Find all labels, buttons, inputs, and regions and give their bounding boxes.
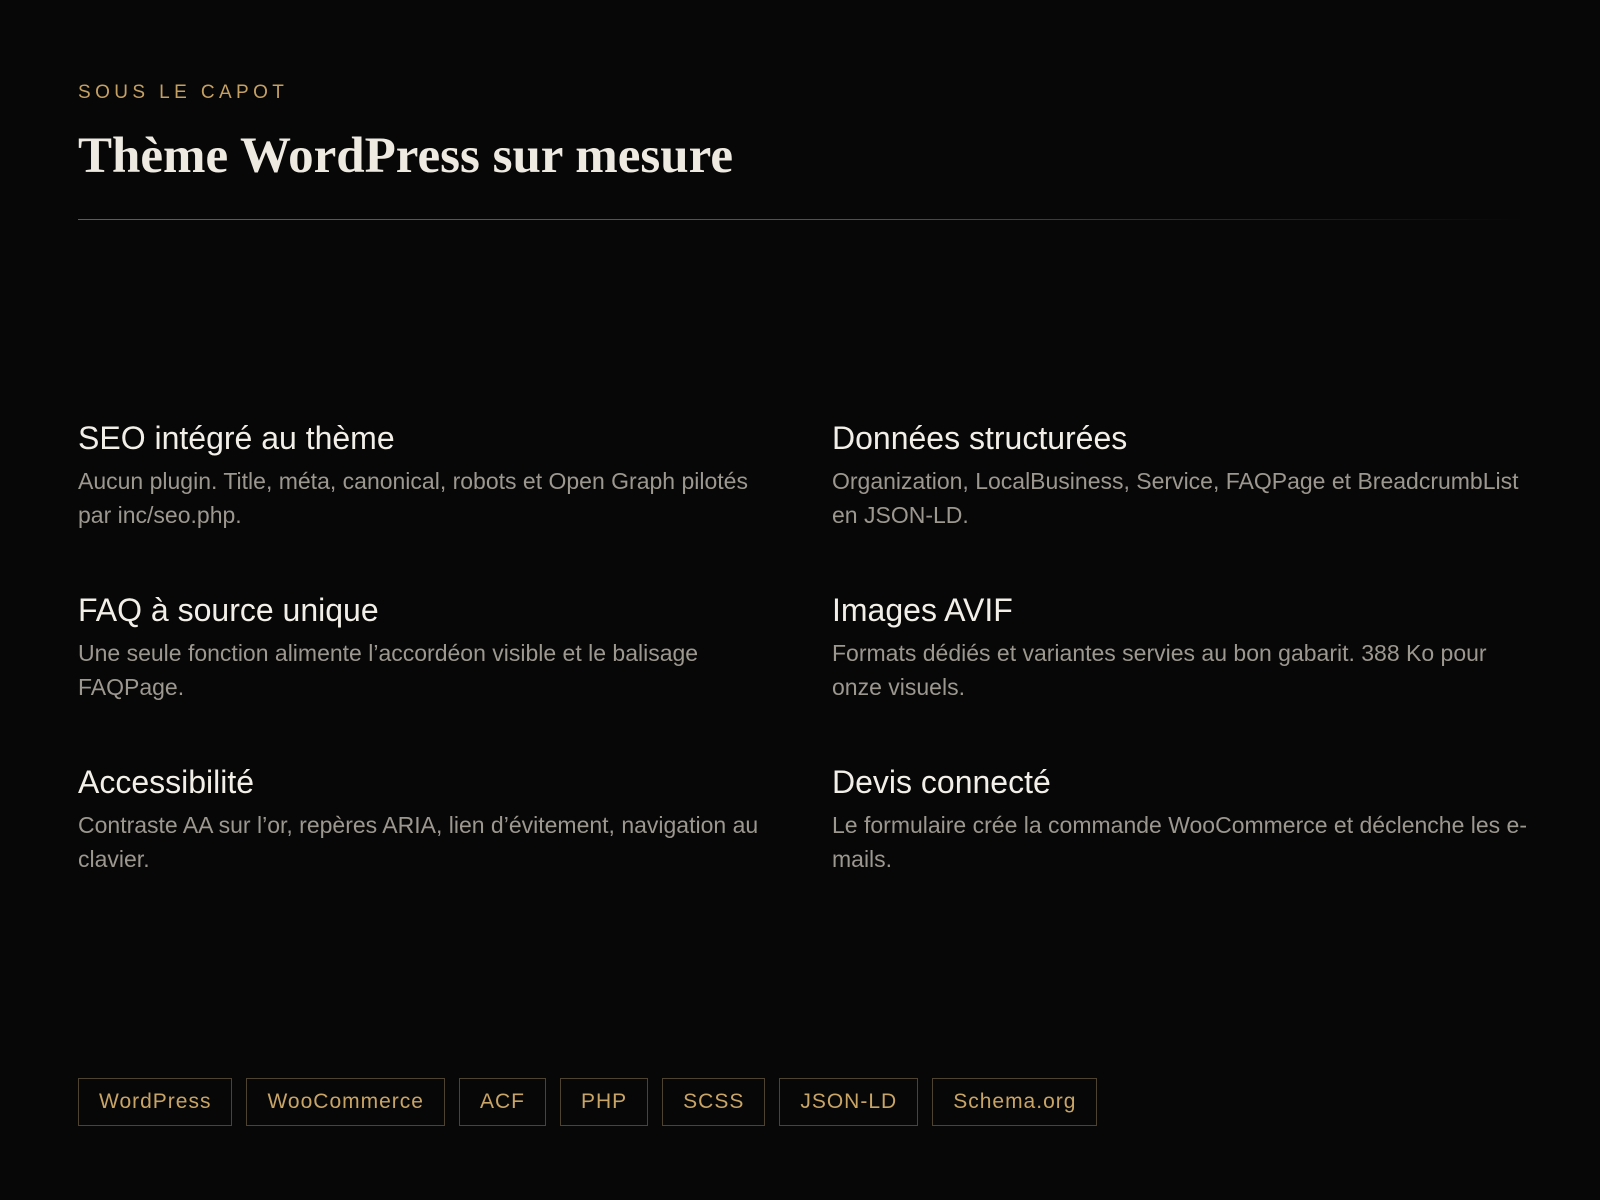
tag-json-ld: JSON-LD [779,1078,919,1126]
feature-avif-images: Images AVIF Formats dédiés et variantes … [832,588,1532,760]
feature-title: SEO intégré au thème [78,420,395,456]
tag-scss: SCSS [662,1078,766,1126]
feature-description: Aucun plugin. Title, méta, canonical, ro… [78,468,748,528]
feature-description: Une seule fonction alimente l’accordéon … [78,640,699,700]
feature-grid: SEO intégré au thème Aucun plugin. Title… [78,416,1527,932]
tech-tag-list: WordPress WooCommerce ACF PHP SCSS JSON-… [78,1078,1098,1126]
tag-acf: ACF [458,1078,546,1126]
tag-schema-org: Schema.org [932,1078,1098,1126]
feature-seo: SEO intégré au thème Aucun plugin. Title… [78,416,778,588]
section-eyebrow: SOUS LE CAPOT [78,82,289,103]
tag-woocommerce: WooCommerce [246,1078,445,1126]
feature-title: Devis connecté [832,764,1051,800]
feature-accessibility: Accessibilité Contraste AA sur l’or, rep… [78,760,778,932]
tech-section: SOUS LE CAPOT Thème WordPress sur mesure… [78,0,1527,1200]
tag-php: PHP [559,1078,649,1126]
feature-structured-data: Données structurées Organization, LocalB… [832,416,1532,588]
feature-description: Formats dédiés et variantes servies au b… [832,640,1487,700]
feature-title: Données structurées [832,420,1128,456]
title-divider [78,219,1522,220]
feature-faq: FAQ à source unique Une seule fonction a… [78,588,778,760]
feature-description: Contraste AA sur l’or, repères ARIA, lie… [78,812,759,872]
tag-wordpress: WordPress [78,1078,233,1126]
feature-title: Accessibilité [78,764,255,800]
feature-title: FAQ à source unique [78,592,379,628]
section-title: Thème WordPress sur mesure [78,128,733,184]
feature-connected-quote: Devis connecté Le formulaire crée la com… [832,760,1532,932]
feature-title: Images AVIF [832,592,1013,628]
feature-description: Organization, LocalBusiness, Service, FA… [832,468,1519,528]
feature-description: Le formulaire crée la commande WooCommer… [832,812,1527,872]
